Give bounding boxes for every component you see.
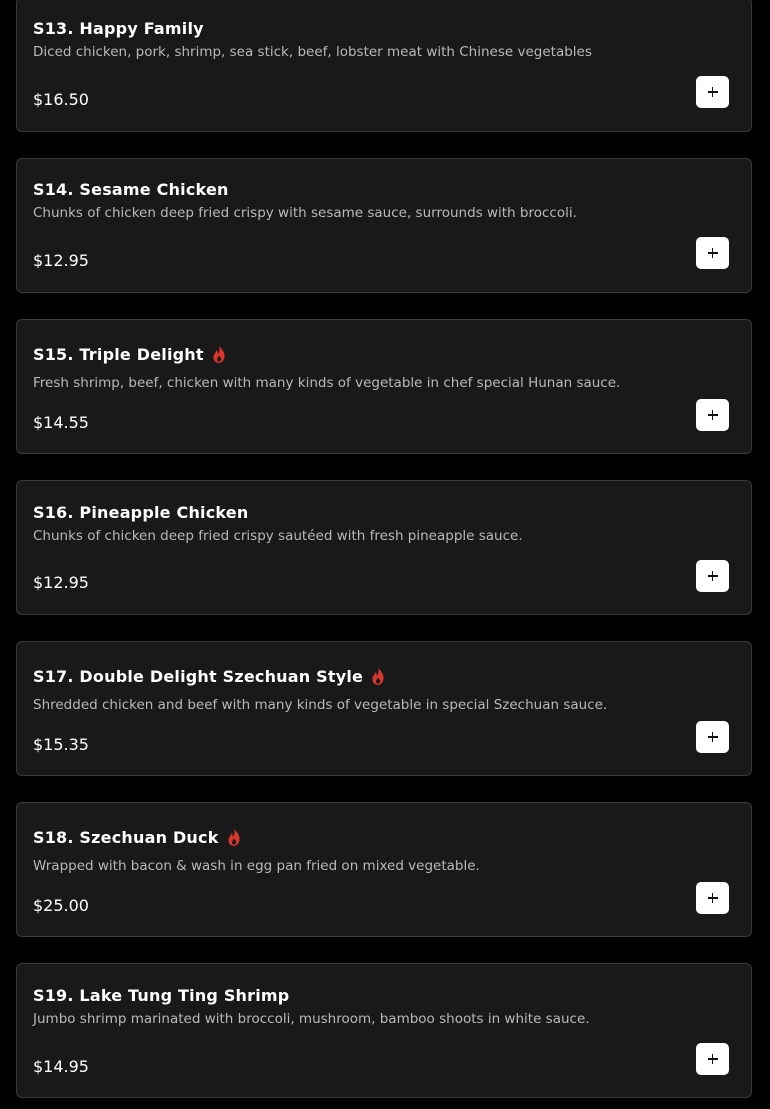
menu-item-title-row: S18. Szechuan Duck xyxy=(33,826,242,848)
add-to-cart-button[interactable] xyxy=(696,721,729,753)
menu-item-card[interactable]: S16. Pineapple Chicken Chunks of chicken… xyxy=(16,480,752,615)
menu-item-title: S14. Sesame Chicken xyxy=(33,179,229,199)
menu-item-card[interactable]: S14. Sesame Chicken Chunks of chicken de… xyxy=(16,158,752,293)
menu-item-card[interactable]: S17. Double Delight Szechuan Style Shred… xyxy=(16,641,752,776)
plus-icon xyxy=(707,87,718,97)
plus-icon xyxy=(707,410,718,420)
menu-item-description: Fresh shrimp, beef, chicken with many ki… xyxy=(33,375,621,391)
menu-item-title-row: S13. Happy Family xyxy=(33,17,204,39)
menu-item-title-row: S19. Lake Tung Ting Shrimp xyxy=(33,984,289,1006)
flame-icon xyxy=(370,666,386,686)
menu-item-title-row: S15. Triple Delight xyxy=(33,343,227,365)
menu-item-title: S15. Triple Delight xyxy=(33,344,204,364)
menu-item-price: $25.00 xyxy=(33,896,89,915)
menu-item-card[interactable]: S13. Happy Family Diced chicken, pork, s… xyxy=(16,0,752,132)
flame-icon xyxy=(211,344,227,364)
plus-icon xyxy=(707,1054,718,1064)
menu-item-card[interactable]: S15. Triple Delight Fresh shrimp, beef, … xyxy=(16,319,752,454)
menu-item-price: $14.55 xyxy=(33,413,89,432)
menu-item-description: Diced chicken, pork, shrimp, sea stick, … xyxy=(33,44,592,60)
menu-item-title: S17. Double Delight Szechuan Style xyxy=(33,666,364,686)
plus-icon xyxy=(707,571,718,581)
menu-item-description: Wrapped with bacon & wash in egg pan fri… xyxy=(33,858,480,874)
menu-item-price: $16.50 xyxy=(33,90,89,109)
menu-item-description: Jumbo shrimp marinated with broccoli, mu… xyxy=(33,1011,590,1027)
menu-item-price: $14.95 xyxy=(33,1057,89,1076)
menu-item-price: $12.95 xyxy=(33,251,89,270)
flame-icon xyxy=(226,827,242,847)
add-to-cart-button[interactable] xyxy=(696,882,729,914)
menu-item-title-row: S17. Double Delight Szechuan Style xyxy=(33,665,386,687)
menu-item-description: Chunks of chicken deep fried crispy saut… xyxy=(33,528,523,544)
add-to-cart-button[interactable] xyxy=(696,76,729,108)
menu-item-price: $12.95 xyxy=(33,573,89,592)
plus-icon xyxy=(707,248,718,258)
menu-item-card[interactable]: S18. Szechuan Duck Wrapped with bacon & … xyxy=(16,802,752,937)
menu-item-title-row: S16. Pineapple Chicken xyxy=(33,501,248,523)
menu-item-price: $15.35 xyxy=(33,735,89,754)
menu-item-list: S13. Happy Family Diced chicken, pork, s… xyxy=(0,0,770,1109)
menu-item-description: Chunks of chicken deep fried crispy with… xyxy=(33,205,577,221)
add-to-cart-button[interactable] xyxy=(696,560,729,592)
menu-item-title: S19. Lake Tung Ting Shrimp xyxy=(33,985,290,1005)
add-to-cart-button[interactable] xyxy=(696,237,729,269)
menu-item-title: S13. Happy Family xyxy=(33,18,204,38)
add-to-cart-button[interactable] xyxy=(696,399,729,431)
menu-item-title-row: S14. Sesame Chicken xyxy=(33,178,229,200)
menu-item-description: Shredded chicken and beef with many kind… xyxy=(33,697,608,713)
menu-item-card[interactable]: S19. Lake Tung Ting Shrimp Jumbo shrimp … xyxy=(16,963,752,1098)
plus-icon xyxy=(707,732,718,742)
menu-item-title: S16. Pineapple Chicken xyxy=(33,502,249,522)
add-to-cart-button[interactable] xyxy=(696,1043,729,1075)
plus-icon xyxy=(707,893,718,903)
menu-item-title: S18. Szechuan Duck xyxy=(33,827,219,847)
